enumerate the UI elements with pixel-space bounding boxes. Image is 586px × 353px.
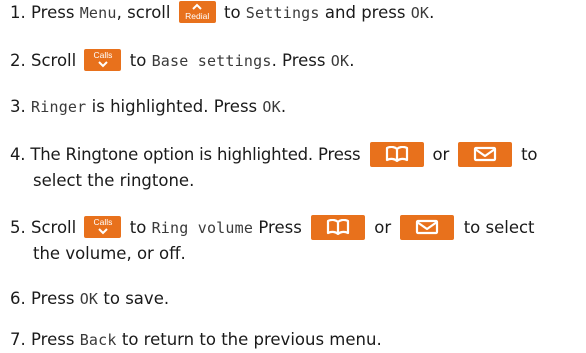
envelope-icon: [473, 146, 497, 161]
key-label: Calls: [93, 217, 113, 227]
step-5: 5. Scroll Calls to Ring volume Press or …: [10, 214, 535, 240]
calls-scroll-key: Calls: [84, 49, 122, 71]
step-2: 2. Scroll Calls to Base settings. Press …: [10, 49, 355, 71]
display-text-ring-volume: Ring volume: [151, 219, 254, 237]
step-number: 2.: [10, 51, 26, 70]
step-1: 1. Press Menu, scroll Redial to Settings…: [10, 1, 435, 23]
display-text-ok: OK: [79, 290, 99, 308]
display-text-menu: Menu: [79, 4, 117, 22]
step-number: 3.: [10, 97, 26, 116]
step-number: 4.: [10, 145, 26, 164]
message-key: [458, 141, 513, 167]
phonebook-key: [369, 141, 424, 167]
calls-scroll-key: Calls: [84, 216, 122, 238]
step-number: 7.: [10, 330, 26, 349]
down-arrow-icon: [98, 61, 108, 68]
display-text-ok: OK: [410, 4, 430, 22]
phonebook-key: [311, 214, 366, 240]
key-label: Calls: [93, 50, 113, 60]
step-4: 4. The Ringtone option is highlighted. P…: [10, 141, 537, 167]
display-text-ringer: Ringer: [31, 98, 87, 116]
display-text-back: Back: [79, 331, 117, 349]
step-4-continuation: select the ringtone.: [33, 171, 195, 190]
step-3: 3. Ringer is highlighted. Press OK.: [10, 97, 287, 116]
envelope-icon: [416, 219, 439, 234]
message-key: [400, 214, 455, 240]
step-number: 6.: [10, 289, 26, 308]
step-7: 7. Press Back to return to the previous …: [10, 330, 382, 349]
phonebook-icon: [385, 145, 408, 162]
step-number: 1.: [10, 3, 26, 22]
step-5-continuation: the volume, or off.: [33, 244, 186, 263]
display-text-ok: OK: [262, 98, 281, 116]
up-arrow-icon: [192, 3, 202, 10]
display-text-base-settings: Base settings: [151, 52, 272, 70]
down-arrow-icon: [98, 228, 108, 235]
redial-scroll-key: Redial: [178, 1, 216, 23]
step-number: 5.: [10, 218, 26, 237]
display-text-settings: Settings: [245, 4, 320, 22]
step-6: 6. Press OK to save.: [10, 289, 170, 308]
display-text-ok: OK: [330, 52, 350, 70]
key-label: Redial: [185, 11, 210, 21]
phonebook-icon: [326, 218, 350, 235]
